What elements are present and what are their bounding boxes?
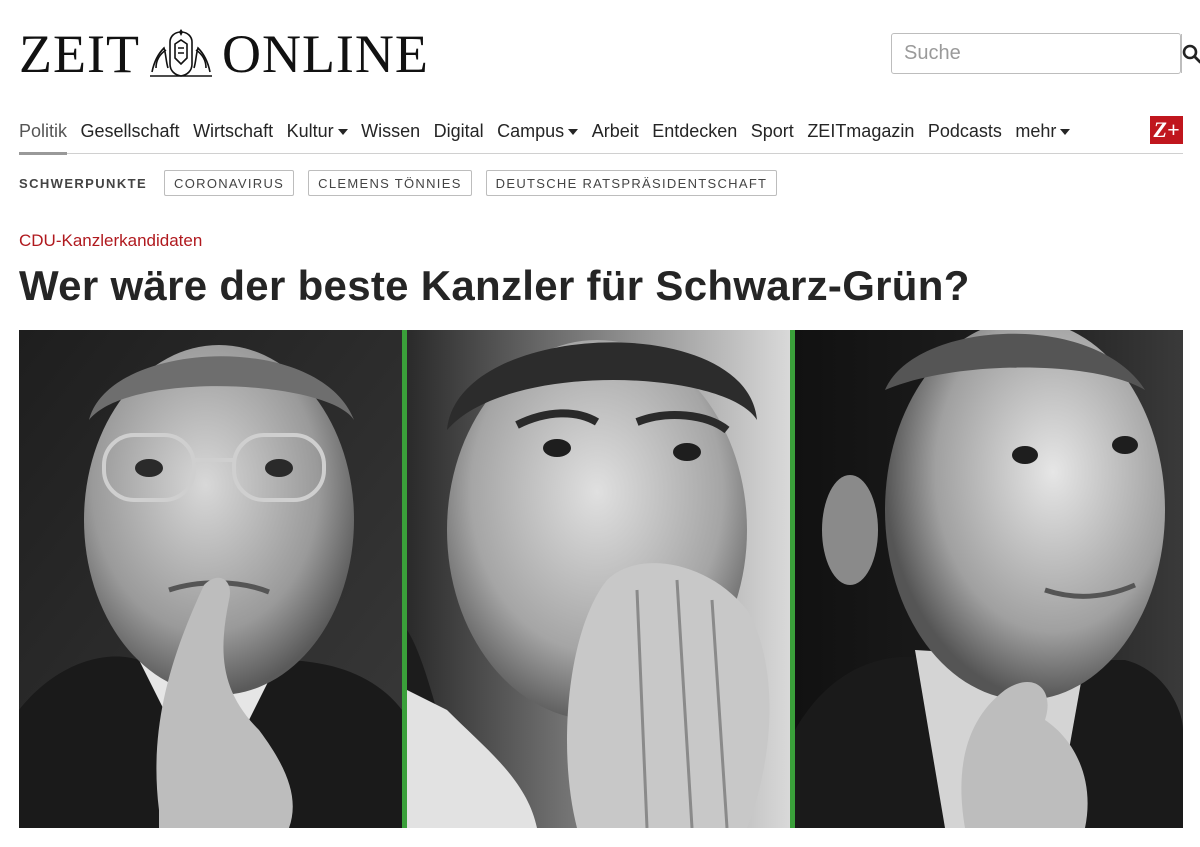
article-headline[interactable]: Wer wäre der beste Kanzler für Schwarz-G… (19, 262, 970, 310)
topic-chip-ratspraesidentschaft[interactable]: DEUTSCHE RATSPRÄSIDENTSCHAFT (485, 170, 778, 196)
portrait-panel-left (19, 330, 402, 828)
nav-label: Campus (497, 121, 565, 141)
article-kicker[interactable]: CDU-Kanzlerkandidaten (19, 231, 202, 251)
nav-item-podcasts[interactable]: Podcasts (928, 116, 1002, 153)
nav-item-wissen[interactable]: Wissen (361, 116, 420, 153)
chevron-down-icon (568, 129, 579, 136)
nav-item-gesellschaft[interactable]: Gesellschaft (81, 116, 180, 153)
nav-item-kultur[interactable]: Kultur (287, 116, 348, 153)
topic-chip-clemens-toennies[interactable]: CLEMENS TÖNNIES (308, 170, 472, 196)
nav-label: Gesellschaft (80, 121, 180, 141)
nav-label: Arbeit (591, 121, 639, 141)
logo-text-online: ONLINE (221, 24, 429, 84)
nav-label: mehr (1015, 121, 1057, 141)
portrait-image (407, 330, 790, 828)
article-teaser-image[interactable] (19, 330, 1183, 828)
search-box (891, 33, 1200, 74)
nav-item-campus[interactable]: Campus (497, 116, 579, 153)
portrait-panel-center (407, 330, 790, 828)
nav-item-digital[interactable]: Digital (434, 116, 484, 153)
nav-item-mehr[interactable]: mehr (1015, 116, 1071, 153)
nav-label: Entdecken (652, 121, 738, 141)
nav-label: Sport (750, 121, 794, 141)
topic-chip-coronavirus[interactable]: CORONAVIRUS (164, 170, 295, 196)
topics-label: SCHWERPUNKTE (19, 175, 148, 191)
nav-item-sport[interactable]: Sport (751, 116, 794, 153)
search-button[interactable] (1181, 34, 1200, 73)
main-navigation: Politik Gesellschaft Wirtschaft Kultur W… (19, 116, 1183, 155)
nav-item-politik[interactable]: Politik (19, 116, 68, 155)
nav-label: Kultur (286, 121, 334, 141)
nav-item-zeitmagazin[interactable]: ZEITmagazin (807, 116, 914, 153)
nav-label: ZEITmagazin (807, 121, 915, 141)
portrait-image (19, 330, 402, 828)
portrait-panel-right (795, 330, 1183, 828)
search-icon (1182, 44, 1200, 63)
logo-text-zeit: ZEIT (19, 24, 140, 84)
zplus-button[interactable]: Z+ (1150, 116, 1183, 144)
chevron-down-icon (337, 129, 348, 136)
eagle-crest-icon (149, 29, 212, 77)
nav-label: Wirtschaft (193, 121, 274, 141)
nav-item-entdecken[interactable]: Entdecken (652, 116, 737, 153)
nav-label: Politik (19, 121, 68, 141)
topics-bar: SCHWERPUNKTE CORONAVIRUS CLEMENS TÖNNIES… (19, 170, 791, 196)
nav-item-wirtschaft[interactable]: Wirtschaft (193, 116, 273, 153)
portrait-image (795, 330, 1183, 828)
search-input[interactable] (892, 34, 1181, 73)
nav-label: Podcasts (927, 121, 1002, 141)
nav-label: Wissen (361, 121, 421, 141)
site-logo[interactable]: ZEIT ONLINE (19, 24, 429, 84)
chevron-down-icon (1060, 129, 1071, 136)
nav-label: Digital (433, 121, 484, 141)
nav-item-arbeit[interactable]: Arbeit (592, 116, 639, 153)
